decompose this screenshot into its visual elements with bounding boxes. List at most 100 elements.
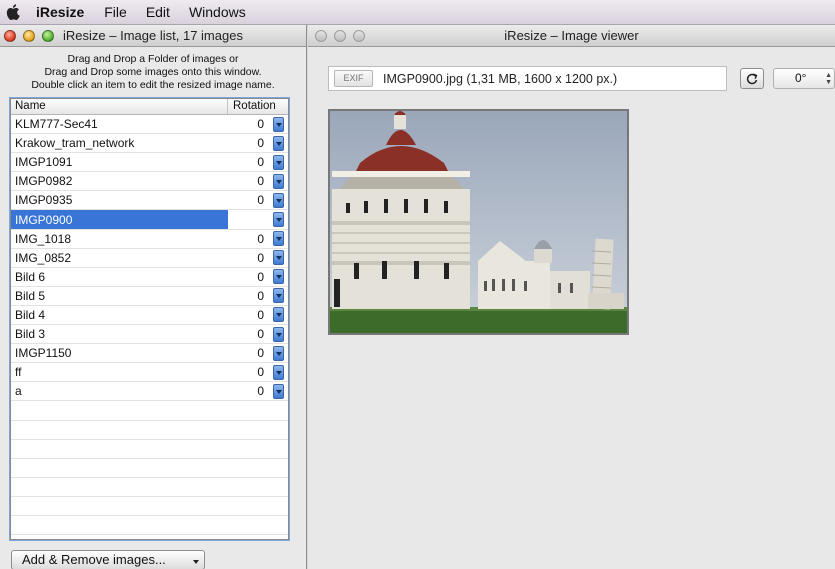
- zoom-button[interactable]: [42, 29, 54, 42]
- rotation-cell[interactable]: 0: [228, 115, 288, 133]
- column-header-name[interactable]: Name: [11, 99, 228, 114]
- table-row[interactable]: ff 0: [11, 363, 288, 383]
- table-row[interactable]: Bild 4 0: [11, 306, 288, 326]
- rotation-dropdown-icon[interactable]: [273, 212, 284, 228]
- rotation-value: 0: [257, 117, 264, 132]
- rotation-value: 0: [257, 365, 264, 380]
- image-list-titlebar[interactable]: iResize – Image list, 17 images: [0, 25, 306, 47]
- rotation-dropdown-icon[interactable]: [273, 326, 284, 342]
- minimize-button[interactable]: [23, 29, 35, 42]
- rotation-dropdown-icon[interactable]: [273, 154, 284, 170]
- rotate-button[interactable]: [740, 68, 764, 89]
- close-button[interactable]: [4, 29, 16, 42]
- image-name-cell[interactable]: Bild 3: [11, 325, 228, 343]
- rotation-cell[interactable]: [228, 210, 288, 228]
- image-name-cell[interactable]: IMG_0852: [11, 249, 228, 267]
- window-controls: [0, 29, 54, 42]
- rotation-dropdown-icon[interactable]: [273, 250, 284, 266]
- table-row[interactable]: Bild 5 0: [11, 287, 288, 306]
- empty-row: [11, 478, 288, 497]
- rotation-cell[interactable]: 0: [228, 191, 288, 209]
- rotation-dropdown-icon[interactable]: [273, 364, 284, 380]
- table-row[interactable]: a0: [11, 382, 288, 402]
- empty-row: [11, 459, 288, 478]
- image-name-cell[interactable]: IMGP0982: [11, 172, 228, 190]
- add-remove-images-button[interactable]: Add & Remove images...: [11, 550, 205, 569]
- image-name-cell[interactable]: IMGP0935: [11, 191, 228, 209]
- image-name-cell[interactable]: KLM777-Sec41: [11, 115, 228, 133]
- column-header-rotation[interactable]: Rotation: [228, 99, 288, 114]
- rotation-dropdown-icon[interactable]: [273, 269, 284, 285]
- image-name-cell[interactable]: IMG_1018: [11, 230, 228, 248]
- rotation-cell[interactable]: 0: [228, 268, 288, 286]
- menu-app-name[interactable]: iResize: [36, 4, 84, 20]
- image-name-cell[interactable]: IMGP1091: [11, 153, 228, 171]
- image-name-cell[interactable]: Bild 5: [11, 287, 228, 305]
- table-row[interactable]: KLM777-Sec41 0: [11, 115, 288, 135]
- table-row[interactable]: IMGP0900: [11, 210, 288, 230]
- table-row[interactable]: IMGP1150 0: [11, 344, 288, 364]
- pisa-cathedral-photo: [330, 111, 627, 333]
- table-row[interactable]: IMG_1018 0: [11, 230, 288, 249]
- table-row[interactable]: IMGP1091 0: [11, 153, 288, 173]
- rotation-value: 0: [257, 174, 264, 189]
- add-remove-images-label: Add & Remove images...: [22, 552, 166, 567]
- rotation-value: 0: [257, 155, 264, 170]
- empty-row: [11, 440, 288, 459]
- rotation-dropdown-icon[interactable]: [273, 345, 284, 361]
- image-name-cell[interactable]: IMGP1150: [11, 344, 228, 362]
- image-name-cell[interactable]: ff: [11, 363, 228, 381]
- rotate-icon: [746, 72, 758, 84]
- rotation-dropdown-icon[interactable]: [273, 192, 284, 208]
- rotation-cell[interactable]: 0: [228, 153, 288, 171]
- rotation-value: 0: [257, 269, 264, 284]
- stepper-arrows-icon[interactable]: ▲ ▼: [825, 72, 832, 86]
- rotation-cell[interactable]: 0: [228, 325, 288, 343]
- image-name-cell[interactable]: Krakow_tram_network: [11, 134, 228, 152]
- rotation-degree-stepper[interactable]: 0° ▲ ▼: [773, 68, 835, 89]
- close-button[interactable]: [315, 29, 327, 42]
- table-row[interactable]: IMGP0935 0: [11, 191, 288, 211]
- rotation-dropdown-icon[interactable]: [273, 383, 284, 399]
- rotation-cell[interactable]: 0: [228, 287, 288, 305]
- empty-row: [11, 421, 288, 440]
- rotation-dropdown-icon[interactable]: [273, 173, 284, 189]
- table-row[interactable]: IMG_0852 0: [11, 249, 288, 268]
- rotation-cell[interactable]: 0: [228, 382, 288, 400]
- rotation-value: 0: [257, 346, 264, 361]
- image-name-cell[interactable]: a: [11, 382, 228, 400]
- image-viewer-titlebar[interactable]: iResize – Image viewer: [308, 25, 835, 47]
- rotation-dropdown-icon[interactable]: [273, 116, 284, 132]
- rotation-value: 0: [257, 307, 264, 322]
- image-name-cell[interactable]: IMGP0900: [11, 210, 228, 229]
- menu-edit[interactable]: Edit: [146, 4, 170, 20]
- rotation-cell[interactable]: 0: [228, 230, 288, 248]
- menu-windows[interactable]: Windows: [189, 4, 246, 20]
- rotation-cell[interactable]: 0: [228, 172, 288, 190]
- image-name-cell[interactable]: Bild 6: [11, 268, 228, 286]
- rotation-dropdown-icon[interactable]: [273, 231, 284, 247]
- rotation-cell[interactable]: 0: [228, 249, 288, 267]
- table-row[interactable]: IMGP0982 0: [11, 172, 288, 192]
- table-row[interactable]: Bild 3 0: [11, 325, 288, 345]
- rotation-cell[interactable]: 0: [228, 306, 288, 324]
- rotation-value: 0: [257, 327, 264, 342]
- rotation-dropdown-icon[interactable]: [273, 135, 284, 151]
- rotation-cell[interactable]: 0: [228, 344, 288, 362]
- rotation-cell[interactable]: 0: [228, 134, 288, 152]
- minimize-button[interactable]: [334, 29, 346, 42]
- table-row[interactable]: Bild 6 0: [11, 268, 288, 287]
- instruction-line: Drag and Drop a Folder of images or: [67, 53, 239, 65]
- table-row[interactable]: Krakow_tram_network 0: [11, 134, 288, 154]
- image-table[interactable]: Name Rotation KLM777-Sec41 0 Krakow_tram_n…: [9, 97, 290, 541]
- menu-file[interactable]: File: [104, 4, 127, 20]
- empty-row: [11, 401, 288, 421]
- image-name-cell[interactable]: Bild 4: [11, 306, 228, 324]
- zoom-button[interactable]: [353, 29, 365, 42]
- rotation-dropdown-icon[interactable]: [273, 307, 284, 323]
- exif-button[interactable]: EXIF: [334, 70, 373, 87]
- rotation-cell[interactable]: 0: [228, 363, 288, 381]
- window-title: iResize – Image viewer: [504, 28, 639, 43]
- rotation-dropdown-icon[interactable]: [273, 288, 284, 304]
- apple-icon[interactable]: [6, 4, 20, 20]
